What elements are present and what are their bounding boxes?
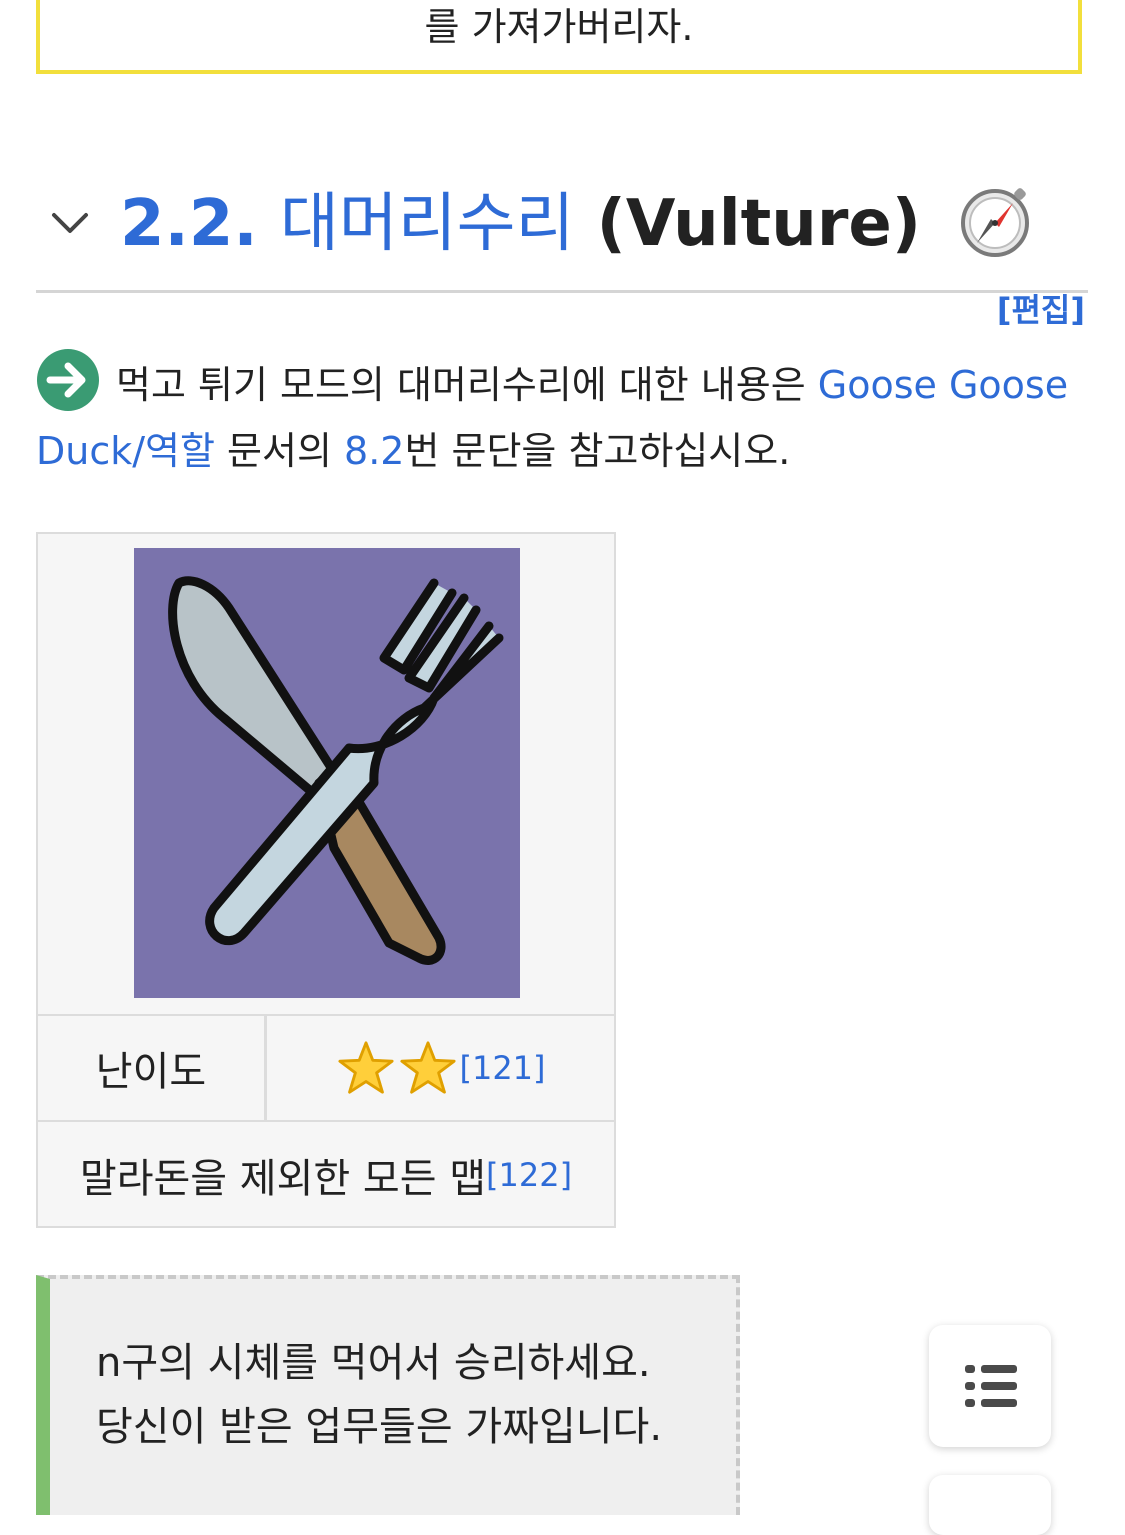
redirect-section-link[interactable]: 8.2 bbox=[344, 429, 404, 473]
footnote-ref-121[interactable]: [121] bbox=[459, 1049, 545, 1087]
role-description-text: n구의 시체를 먹어서 승리하세요. 당신이 받은 업무들은 가짜입니다. bbox=[96, 1331, 662, 1459]
scroll-button[interactable] bbox=[929, 1475, 1051, 1535]
redirect-prefix: 먹고 튀기 모드의 대머리수리에 대한 내용은 bbox=[116, 363, 818, 407]
footnote-ref-122[interactable]: [122] bbox=[486, 1156, 572, 1194]
arrow-right-icon bbox=[37, 349, 99, 411]
maps-row: 말라돈을 제외한 모든 맵 [122] bbox=[38, 1124, 614, 1226]
list-icon bbox=[965, 1365, 1017, 1407]
difficulty-row: 난이도 [121] bbox=[38, 1016, 614, 1122]
heading-divider bbox=[36, 290, 1088, 293]
role-image-cell bbox=[38, 534, 614, 1016]
role-description-line2: 당신이 받은 업무들은 가짜입니다. bbox=[96, 1404, 663, 1450]
toc-button[interactable] bbox=[929, 1325, 1051, 1447]
role-infobox: 난이도 [121] 말라돈을 제외한 모든 맵 [122] bbox=[36, 532, 616, 1228]
compass-icon bbox=[961, 188, 1030, 258]
section-title-korean: 대머리수리 bbox=[279, 187, 575, 261]
star-icon bbox=[400, 1041, 457, 1094]
maps-text: 말라돈을 제외한 모든 맵 bbox=[79, 1156, 487, 1202]
chevron-down-icon[interactable] bbox=[50, 203, 90, 243]
redirect-suffix: 번 문단을 참고하십시오. bbox=[404, 429, 791, 473]
previous-note-text: 를 가져가버리자. bbox=[424, 5, 694, 49]
star-icon bbox=[338, 1041, 395, 1094]
previous-note-box: 를 가져가버리자. bbox=[36, 0, 1082, 74]
section-title-english: (Vulture) bbox=[596, 187, 922, 261]
difficulty-value: [121] bbox=[267, 1016, 614, 1120]
section-title: 2.2. 대머리수리 (Vulture) bbox=[120, 179, 1033, 269]
redirect-notice: 먹고 튀기 모드의 대머리수리에 대한 내용은 Goose Goose Duck… bbox=[36, 348, 1088, 484]
redirect-middle: 문서의 bbox=[214, 429, 345, 473]
role-description-box: n구의 시체를 먹어서 승리하세요. 당신이 받은 업무들은 가짜입니다. bbox=[36, 1275, 740, 1515]
section-number[interactable]: 2.2. bbox=[120, 187, 258, 261]
maps-cell: 말라돈을 제외한 모든 맵 [122] bbox=[38, 1124, 614, 1226]
role-image bbox=[134, 548, 520, 998]
section-heading[interactable]: 2.2. 대머리수리 (Vulture) bbox=[36, 175, 1088, 275]
role-description-line1: n구의 시체를 먹어서 승리하세요. bbox=[96, 1340, 651, 1386]
knife-fork-icon bbox=[168, 576, 504, 965]
edit-link[interactable]: [편집] bbox=[997, 285, 1085, 331]
difficulty-label: 난이도 bbox=[38, 1016, 267, 1120]
